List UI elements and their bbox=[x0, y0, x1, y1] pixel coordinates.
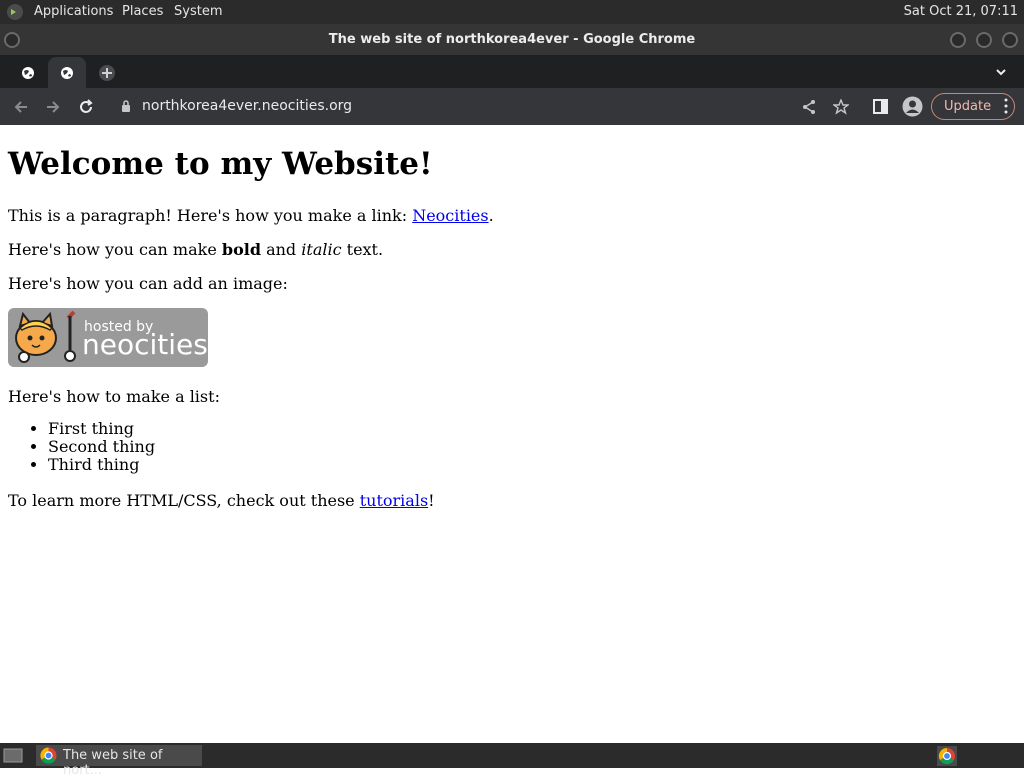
tab-search-chevron-icon[interactable] bbox=[994, 65, 1008, 79]
back-button[interactable] bbox=[10, 96, 32, 118]
window-titlebar[interactable]: The web site of northkorea4ever - Google… bbox=[0, 24, 1024, 55]
tab-1[interactable] bbox=[9, 57, 47, 88]
menu-system[interactable]: System bbox=[174, 4, 222, 19]
share-icon[interactable] bbox=[801, 99, 817, 115]
taskbar-item-chrome[interactable]: The web site of nort... bbox=[36, 745, 202, 778]
gnome-foot-icon[interactable] bbox=[6, 3, 24, 21]
tutorials-link[interactable]: tutorials bbox=[360, 491, 428, 510]
paragraph-image: Here's how you can add an image: bbox=[8, 274, 288, 293]
update-button[interactable]: Update bbox=[931, 93, 1015, 120]
globe-icon bbox=[22, 66, 34, 79]
menu-applications[interactable]: Applications bbox=[34, 4, 113, 19]
plus-icon bbox=[99, 64, 115, 81]
new-tab-button[interactable] bbox=[90, 57, 124, 88]
p2-end: text. bbox=[341, 240, 384, 259]
p5-text: To learn more HTML/CSS, check out these bbox=[8, 491, 360, 510]
address-bar[interactable]: northkorea4ever.neocities.org bbox=[112, 93, 860, 120]
panel-clock[interactable]: Sat Oct 21, 07:11 bbox=[904, 4, 1018, 19]
close-window-icon[interactable] bbox=[1002, 32, 1018, 48]
browser-toolbar: northkorea4ever.neocities.org Update bbox=[0, 88, 1024, 125]
menu-places[interactable]: Places bbox=[122, 4, 163, 19]
bookmark-star-icon[interactable] bbox=[833, 99, 849, 115]
italic-text: italic bbox=[301, 240, 342, 259]
paragraph-list: Here's how to make a list: bbox=[8, 387, 220, 406]
paragraph-formatting: Here's how you can make bold and italic … bbox=[8, 240, 383, 259]
show-desktop-icon[interactable] bbox=[3, 748, 23, 763]
paragraph-link: This is a paragraph! Here's how you make… bbox=[8, 206, 494, 225]
forward-button[interactable] bbox=[42, 96, 64, 118]
globe-icon bbox=[61, 66, 73, 79]
taskbar-item-label: The web site of nort... bbox=[63, 748, 163, 778]
chrome-tray-icon[interactable] bbox=[937, 746, 957, 766]
update-label: Update bbox=[944, 99, 992, 114]
reload-icon bbox=[80, 99, 93, 113]
more-vert-icon[interactable] bbox=[1004, 98, 1008, 114]
maximize-icon[interactable] bbox=[976, 32, 992, 48]
hosted-by-neocities-badge: hosted by neocities bbox=[8, 308, 208, 367]
side-panel-icon[interactable] bbox=[873, 99, 888, 114]
neocities-cat-icon bbox=[15, 310, 76, 363]
p2-mid: and bbox=[261, 240, 302, 259]
list-item: Second thing bbox=[48, 438, 155, 456]
tab-2-active[interactable] bbox=[48, 57, 86, 88]
bullet-list: First thing Second thing Third thing bbox=[0, 420, 155, 474]
top-panel: Applications Places System Sat Oct 21, 0… bbox=[0, 0, 1024, 24]
neocities-link[interactable]: Neocities bbox=[412, 206, 488, 225]
bottom-taskbar: The web site of nort... bbox=[0, 743, 1024, 778]
web-page-content: Welcome to my Website! This is a paragra… bbox=[0, 126, 1024, 743]
lock-icon[interactable] bbox=[121, 100, 131, 113]
url-text[interactable]: northkorea4ever.neocities.org bbox=[142, 98, 352, 114]
p1-end: . bbox=[488, 206, 494, 225]
window-menu-icon[interactable] bbox=[4, 32, 20, 48]
reload-button[interactable] bbox=[75, 96, 97, 118]
tab-strip bbox=[0, 55, 1024, 88]
arrow-right-icon bbox=[47, 101, 60, 113]
bold-text: bold bbox=[221, 240, 261, 259]
page-heading: Welcome to my Website! bbox=[8, 146, 433, 182]
minimize-icon[interactable] bbox=[950, 32, 966, 48]
list-item: First thing bbox=[48, 420, 155, 438]
profile-avatar-icon[interactable] bbox=[902, 96, 923, 117]
p2-start: Here's how you can make bbox=[8, 240, 222, 259]
p5-end: ! bbox=[428, 491, 435, 510]
window-title: The web site of northkorea4ever - Google… bbox=[328, 32, 696, 47]
paragraph-tutorials: To learn more HTML/CSS, check out these … bbox=[8, 491, 435, 510]
arrow-left-icon bbox=[14, 101, 27, 113]
p1-text: This is a paragraph! Here's how you make… bbox=[8, 206, 413, 225]
list-item: Third thing bbox=[48, 456, 155, 474]
chrome-icon bbox=[40, 747, 57, 764]
badge-brand-text: neocities bbox=[82, 328, 208, 361]
